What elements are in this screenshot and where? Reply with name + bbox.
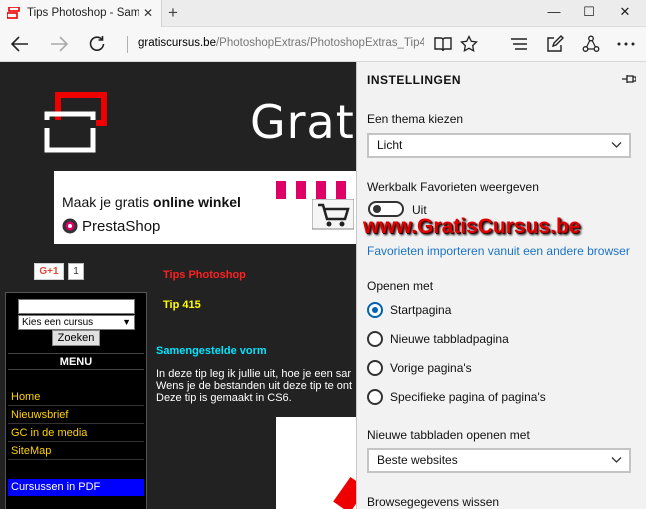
radio-previous-pages[interactable]: [367, 360, 383, 376]
hub-icon: [511, 38, 527, 50]
close-window-button[interactable]: ✕: [615, 4, 635, 20]
prestashop-logo-icon: [62, 218, 78, 234]
title-bar: Tips Photoshop - Samengestelde vorm ✕ + …: [0, 0, 646, 27]
site-title: Grati: [250, 95, 356, 149]
settings-title: INSTELLINGEN: [367, 73, 462, 87]
menu-item-home[interactable]: Home: [8, 389, 144, 406]
forward-icon: [51, 36, 68, 52]
site-logo-icon: [44, 92, 107, 153]
radio-label-new-tab-page: Nieuwe tabbladpagina: [390, 332, 509, 346]
theme-label: Een thema kiezen: [367, 112, 464, 126]
tip-number: Tip 415: [163, 299, 201, 311]
site-search-input[interactable]: [18, 299, 135, 314]
share-icon: [582, 35, 600, 52]
menu-header: MENU: [8, 353, 144, 370]
radio-new-tab-page[interactable]: [367, 331, 383, 347]
clear-browsing-data-label: Browsegegevens wissen: [367, 495, 500, 509]
url-host: gratiscursus.be: [138, 37, 216, 49]
share-button[interactable]: [579, 32, 603, 56]
ad-banner[interactable]: Maak je gratis online winkel PrestaShop: [54, 171, 356, 244]
reading-view-button[interactable]: [431, 32, 455, 56]
chevron-down-icon: [611, 457, 622, 463]
web-page: Grati Maak je gratis online winkel Prest…: [0, 62, 356, 509]
radio-label-specific-pages: Specifieke pagina of pagina's: [390, 390, 546, 404]
ad-brand: PrestaShop: [82, 218, 161, 235]
more-icon: [617, 42, 635, 46]
radio-startpage[interactable]: [367, 302, 383, 318]
maximize-button[interactable]: ☐: [579, 4, 599, 20]
open-with-label: Openen met: [367, 279, 434, 293]
theme-dropdown[interactable]: Licht: [367, 133, 631, 158]
import-favorites-link[interactable]: Favorieten importeren vanuit een andere …: [367, 244, 630, 258]
new-tabs-dropdown[interactable]: Beste websites: [367, 448, 631, 473]
ad-headline: Maak je gratis online winkel: [62, 194, 241, 210]
article-subheading: Samengestelde vorm: [156, 345, 267, 357]
refresh-icon: [89, 36, 105, 51]
menu-item-media[interactable]: GC in de media: [8, 425, 144, 442]
toggle-knob: [373, 205, 381, 213]
shop-awning-icon: [276, 181, 356, 199]
address-bar[interactable]: gratiscursus.be/PhotoshopExtras/Photosho…: [138, 37, 424, 49]
favorites-star-icon: [460, 35, 478, 53]
menu-item-pdf-courses[interactable]: Cursussen in PDF: [8, 479, 144, 496]
radio-label-startpage: Startpagina: [390, 303, 452, 317]
new-tabs-label: Nieuwe tabbladen openen met: [367, 428, 530, 442]
google-plus-button[interactable]: G+1: [34, 263, 64, 280]
web-note-button[interactable]: [543, 32, 567, 56]
url-divider: [127, 36, 128, 53]
web-note-icon: [547, 35, 564, 52]
site-sidebar: Kies een cursus ▼ Zoeken MENU Home Nieuws…: [5, 292, 147, 509]
menu-item-sitemap[interactable]: SiteMap: [8, 443, 144, 460]
chevron-down-icon: ▼: [122, 317, 131, 327]
refresh-button[interactable]: [85, 32, 109, 56]
search-button[interactable]: Zoeken: [52, 330, 100, 346]
back-icon: [11, 36, 28, 52]
tab-close-icon[interactable]: ✕: [143, 6, 153, 20]
more-button[interactable]: [614, 32, 638, 56]
settings-panel: INSTELLINGEN Een thema kiezen Licht Werk…: [356, 62, 646, 509]
tips-heading: Tips Photoshop: [163, 269, 246, 281]
watermark: www.GratisCursus.be: [363, 215, 581, 238]
url-path: /PhotoshopExtras/PhotoshopExtras_Tip415.…: [215, 37, 424, 49]
site-favicon-icon: [7, 7, 20, 19]
navigation-bar: gratiscursus.be/PhotoshopExtras/Photosho…: [0, 27, 646, 62]
article-line: In deze tip leg ik jullie uit, hoe je ee…: [156, 368, 352, 380]
article-line: Wens je de bestanden uit deze tip te ont: [156, 380, 353, 392]
shopping-cart-icon: [312, 199, 354, 230]
course-select[interactable]: Kies een cursus ▼: [18, 315, 135, 330]
forward-button[interactable]: [47, 32, 71, 56]
article-line: Deze tip is gemaakt in CS6.: [156, 392, 292, 404]
hub-button[interactable]: [507, 32, 531, 56]
new-tab-button[interactable]: +: [168, 3, 178, 23]
tab-title: Tips Photoshop - Samengestelde vorm: [27, 7, 139, 19]
chevron-down-icon: [611, 142, 622, 148]
radio-specific-pages[interactable]: [367, 389, 383, 405]
back-button[interactable]: [8, 32, 32, 56]
browser-tab[interactable]: Tips Photoshop - Samengestelde vorm ✕: [0, 0, 162, 27]
favorites-bar-label: Werkbalk Favorieten weergeven: [367, 180, 539, 194]
favorite-button[interactable]: [457, 32, 481, 56]
radio-label-previous-pages: Vorige pagina's: [390, 361, 472, 375]
reading-view-icon: [434, 37, 452, 52]
menu-item-newsletter[interactable]: Nieuwsbrief: [8, 407, 144, 424]
pin-icon[interactable]: [622, 73, 636, 85]
google-plus-count: 1: [68, 263, 84, 280]
minimize-button[interactable]: —: [544, 4, 564, 19]
